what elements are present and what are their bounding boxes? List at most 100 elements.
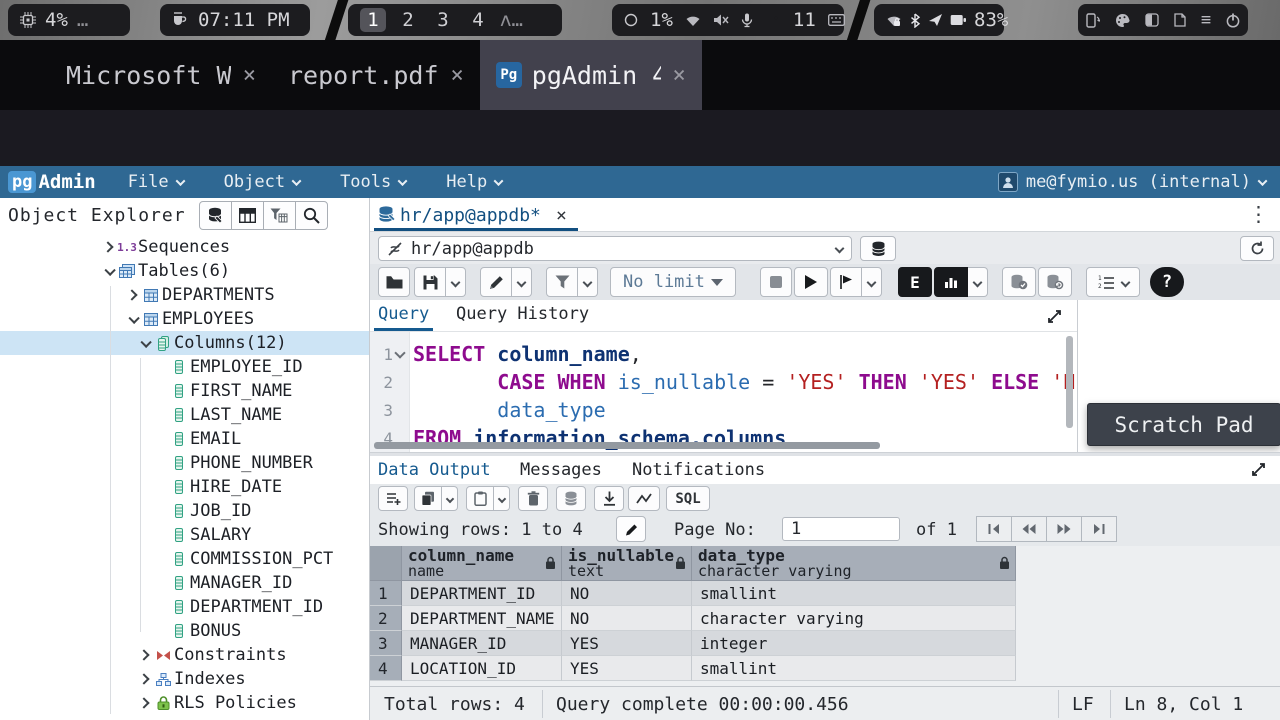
close-tab-icon[interactable]: × <box>449 63 464 88</box>
reset-layout-button[interactable] <box>1240 236 1274 261</box>
last-page-button[interactable] <box>1081 516 1117 542</box>
browser-tab[interactable]: PgpgAdmin 4× <box>480 40 702 110</box>
chevron-right-icon[interactable] <box>100 243 116 251</box>
search-objects-button[interactable] <box>295 201 328 230</box>
tab-data-output[interactable]: Data Output <box>378 460 491 480</box>
connectivity-battery[interactable]: 83% <box>874 4 1004 36</box>
copy-chevron[interactable] <box>442 486 458 511</box>
filter-tree-button[interactable] <box>263 201 296 230</box>
workspace-1[interactable]: 1 <box>360 8 386 32</box>
tree-item-salary[interactable]: SALARY <box>0 523 370 547</box>
add-row-button[interactable] <box>378 486 408 511</box>
eol-indicator[interactable]: LF <box>1072 694 1094 715</box>
expand-output-icon[interactable] <box>1250 461 1267 478</box>
tree-item-rls-policies[interactable]: RLS Policies <box>0 691 370 715</box>
tree-item-last-name[interactable]: LAST_NAME <box>0 403 370 427</box>
workspace-2[interactable]: 2 <box>395 8 421 32</box>
edit-options-chevron[interactable] <box>512 267 532 297</box>
cpu-indicator[interactable]: 4% … <box>8 4 130 36</box>
data-cell[interactable]: DEPARTMENT_ID <box>402 581 562 606</box>
menu-item-object[interactable]: Object <box>224 172 300 192</box>
help-button[interactable]: ? <box>1150 267 1184 297</box>
explain-analyze-button[interactable] <box>934 267 968 297</box>
tree-item-hire-date[interactable]: HIRE_DATE <box>0 475 370 499</box>
editor-hscrollbar[interactable] <box>374 442 880 449</box>
edit-range-button[interactable] <box>616 516 646 542</box>
refresh-tree-button[interactable] <box>199 201 232 230</box>
sql-editor[interactable]: 1234 SELECT column_name, CASE WHEN is_nu… <box>370 332 1077 452</box>
workspace-4[interactable]: 4 <box>465 8 491 32</box>
data-cell[interactable]: YES <box>562 631 692 656</box>
copy-button[interactable] <box>414 486 442 511</box>
data-cell[interactable]: YES <box>562 656 692 681</box>
tab-query[interactable]: Query <box>378 304 429 324</box>
grid-column-header[interactable]: data_typecharacter varying <box>692 546 1016 581</box>
quick-settings[interactable]: 1% 11 <box>612 4 844 36</box>
grid-column-header[interactable]: column_namename <box>402 546 562 581</box>
paste-chevron[interactable] <box>494 486 510 511</box>
rollback-button[interactable] <box>1038 267 1072 297</box>
paste-button[interactable] <box>466 486 494 511</box>
tree-item-departments[interactable]: DEPARTMENTS <box>0 283 370 307</box>
menu-item-file[interactable]: File <box>128 172 184 192</box>
view-data-button[interactable] <box>231 201 264 230</box>
save-options-chevron[interactable] <box>446 267 466 297</box>
filter-options-chevron[interactable] <box>578 267 598 297</box>
clock[interactable]: 07:11 PM <box>160 4 310 36</box>
download-button[interactable] <box>594 486 624 511</box>
filter-button[interactable] <box>546 267 578 297</box>
first-page-button[interactable] <box>976 516 1012 542</box>
page-number-input[interactable] <box>782 517 900 541</box>
chevron-right-icon[interactable] <box>124 291 140 299</box>
data-cell[interactable]: MANAGER_ID <box>402 631 562 656</box>
data-cell[interactable]: NO <box>562 606 692 631</box>
query-tab-title[interactable]: hr/app@appdb* <box>400 205 541 226</box>
tree-item-columns-12-[interactable]: Columns(12) <box>0 331 370 355</box>
execute-options-button[interactable] <box>830 267 862 297</box>
data-cell[interactable]: character varying <box>692 606 1016 631</box>
tree-item-tables-6-[interactable]: Tables(6) <box>0 259 370 283</box>
limit-selector[interactable]: No limit <box>610 267 736 297</box>
save-data-button[interactable] <box>556 486 586 511</box>
chevron-right-icon[interactable] <box>136 651 152 659</box>
system-tray[interactable]: ≡ <box>1078 4 1248 36</box>
tree-item-sequences[interactable]: 1.3Sequences <box>0 235 370 259</box>
close-tab-icon[interactable]: × <box>241 63 256 88</box>
stop-button[interactable] <box>760 267 792 297</box>
tree-item-first-name[interactable]: FIRST_NAME <box>0 379 370 403</box>
execute-button[interactable] <box>794 267 828 297</box>
tree-item-job-id[interactable]: JOB_ID <box>0 499 370 523</box>
edit-button[interactable] <box>480 267 512 297</box>
row-number-cell[interactable]: 1 <box>370 581 402 606</box>
data-cell[interactable]: smallint <box>692 656 1016 681</box>
grid-column-header[interactable]: is_nullabletext <box>562 546 692 581</box>
prev-page-button[interactable] <box>1011 516 1047 542</box>
workspace-switcher[interactable]: 1234 ʌ… <box>348 4 562 36</box>
browser-tab[interactable]: Microsoft Wo× <box>50 40 272 110</box>
next-page-button[interactable] <box>1046 516 1082 542</box>
editor-vscrollbar[interactable] <box>1066 336 1073 428</box>
data-cell[interactable]: integer <box>692 631 1016 656</box>
workspace-more[interactable]: ʌ… <box>500 9 523 31</box>
new-connection-button[interactable] <box>860 236 896 261</box>
save-file-button[interactable] <box>414 267 446 297</box>
close-query-tab-icon[interactable]: × <box>556 205 567 226</box>
chevron-down-icon[interactable] <box>100 267 116 275</box>
tree-item-bonus[interactable]: BONUS <box>0 619 370 643</box>
explain-chevron[interactable] <box>968 267 988 297</box>
data-cell[interactable]: smallint <box>692 581 1016 606</box>
tab-query-history[interactable]: Query History <box>456 304 589 324</box>
workspace-3[interactable]: 3 <box>430 8 456 32</box>
commit-button[interactable] <box>1002 267 1036 297</box>
row-number-cell[interactable]: 2 <box>370 606 402 631</box>
data-cell[interactable]: LOCATION_ID <box>402 656 562 681</box>
explain-button[interactable]: E <box>898 267 932 297</box>
delete-row-button[interactable] <box>518 486 548 511</box>
user-menu[interactable]: me@fymio.us (internal) <box>998 172 1266 192</box>
tree-item-department-id[interactable]: DEPARTMENT_ID <box>0 595 370 619</box>
tree-item-manager-id[interactable]: MANAGER_ID <box>0 571 370 595</box>
execute-chevron[interactable] <box>862 267 882 297</box>
tree-item-commission-pct[interactable]: COMMISSION_PCT <box>0 547 370 571</box>
tab-messages[interactable]: Messages <box>520 460 602 480</box>
chevron-right-icon[interactable] <box>136 675 152 683</box>
